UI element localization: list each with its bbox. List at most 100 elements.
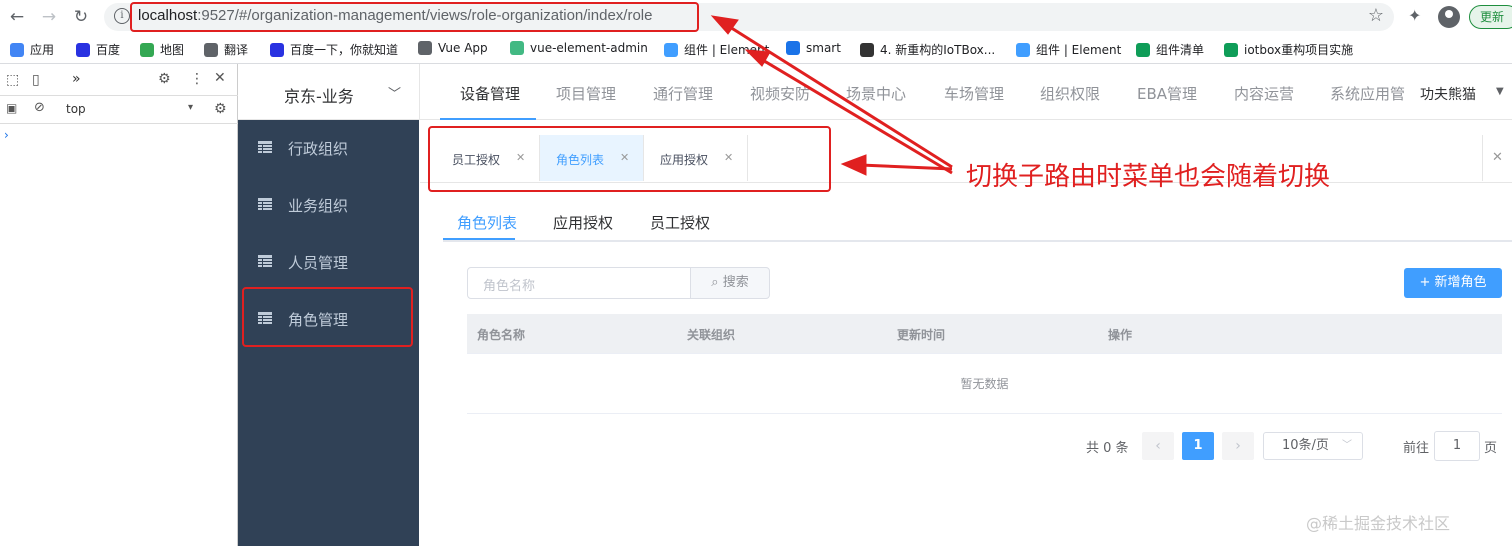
bookmark-item[interactable]: 组件 | Element <box>1016 41 1121 58</box>
top-nav-item[interactable]: 车场管理 <box>944 83 1004 104</box>
bookmark-favicon-icon <box>1224 42 1238 57</box>
page-size-select[interactable]: 10条/页 ﹀ <box>1263 432 1363 460</box>
sub-tab[interactable]: 应用授权 <box>553 212 613 233</box>
top-nav-item[interactable]: 通行管理 <box>653 83 713 104</box>
bookmark-item[interactable]: smart <box>786 41 841 55</box>
top-nav-item[interactable]: 设备管理 <box>460 83 520 104</box>
prev-page-button[interactable]: ‹ <box>1142 432 1174 460</box>
bookmark-item[interactable]: 地图 <box>140 41 184 58</box>
sidebar-item-label: 人员管理 <box>288 254 349 272</box>
bookmark-item[interactable]: 4. 新重构的IoTBox... <box>860 41 995 58</box>
bookmark-favicon-icon <box>1136 42 1150 57</box>
bookmarks-bar: 应用 百度 地图 翻译 百度一下，你就知道 Vue App vue-element-admi… <box>0 34 1512 64</box>
extensions-icon[interactable]: ✦ <box>1408 6 1421 25</box>
top-nav-item[interactable]: 项目管理 <box>556 83 616 104</box>
bookmark-label: 应用 <box>30 43 55 57</box>
goto-page-input[interactable]: 1 <box>1434 431 1480 461</box>
sidebar-item[interactable]: 行政组织 <box>238 120 419 176</box>
update-button[interactable]: 更新 <box>1469 5 1512 29</box>
bookmark-label: smart <box>806 41 841 55</box>
top-nav-item[interactable]: 系统应用管 <box>1330 83 1410 104</box>
caret-down-icon[interactable]: ▼ <box>1496 86 1504 97</box>
console-toolbar: ▣ ⊘ top ▾ ⚙ <box>0 96 238 124</box>
top-nav-item[interactable]: 内容运营 <box>1234 83 1294 104</box>
context-select[interactable]: top <box>66 102 86 116</box>
info-icon[interactable]: i <box>114 8 130 24</box>
top-nav-item[interactable]: 场景中心 <box>846 83 906 104</box>
clear-console-icon[interactable]: ⊘ <box>34 100 45 115</box>
close-icon[interactable]: ✕ <box>214 70 226 86</box>
bookmark-label: 翻译 <box>224 43 249 57</box>
devtools-toolbar: ⬚ ▯ » ⚙ ⋮ ✕ <box>0 64 238 96</box>
bookmark-favicon-icon <box>418 41 432 55</box>
page-number-current[interactable]: 1 <box>1182 432 1214 460</box>
top-nav-item[interactable]: 视频安防 <box>750 83 810 104</box>
bookmark-favicon-icon <box>270 42 284 57</box>
chevron-down-icon: ﹀ <box>388 87 402 102</box>
bookmark-star-icon[interactable]: ☆ <box>1368 5 1384 26</box>
sub-tab[interactable]: 角色列表 <box>457 212 517 233</box>
table-icon <box>258 141 272 153</box>
org-select[interactable]: 京东-业务 ﹀ <box>238 64 420 120</box>
bookmark-item[interactable]: iotbox重构项目实施 <box>1224 41 1353 58</box>
add-role-button[interactable]: + 新增角色 <box>1404 268 1502 298</box>
bookmark-label: Vue App <box>438 41 488 55</box>
devtools-panel: ⬚ ▯ » ⚙ ⋮ ✕ ▣ ⊘ top ▾ ⚙ › <box>0 64 238 546</box>
console-prompt-icon[interactable]: › <box>4 128 9 142</box>
search-button[interactable]: ⌕ 搜索 <box>690 267 770 299</box>
forward-icon[interactable]: → <box>38 6 60 28</box>
app-header: 京东-业务 ﹀ 功夫熊猫 ▼ 设备管理 项目管理 通行管理 视频安防 场景中心 车场管理 组… <box>238 64 1512 120</box>
bookmark-favicon-icon <box>664 42 678 57</box>
bookmark-item[interactable]: vue-element-admin <box>510 41 648 55</box>
profile-icon[interactable] <box>1438 6 1460 28</box>
bookmark-item[interactable]: 组件清单 <box>1136 41 1204 58</box>
table-header: 角色名称 关联组织 更新时间 操作 <box>467 314 1502 354</box>
bookmark-label: 地图 <box>160 43 185 57</box>
console-settings-icon[interactable]: ⚙ <box>214 101 227 117</box>
page-suffix: 页 <box>1484 441 1498 456</box>
sidebar-toggle-icon[interactable]: ▣ <box>6 101 17 115</box>
kebab-menu-icon[interactable]: ⋮ <box>190 71 204 87</box>
table-empty-text: 暂无数据 <box>467 354 1502 414</box>
bookmark-item[interactable]: 组件 | Element <box>664 41 769 58</box>
bookmark-label: 百度 <box>96 43 121 57</box>
inspect-icon[interactable]: ⬚ <box>6 72 19 88</box>
top-nav-item[interactable]: EBA管理 <box>1137 83 1197 104</box>
bookmark-favicon-icon <box>140 42 154 57</box>
bookmark-label: 百度一下，你就知道 <box>290 43 399 57</box>
bookmark-item[interactable]: Vue App <box>418 41 488 55</box>
sidebar-item-label: 业务组织 <box>288 197 349 215</box>
bookmark-item[interactable]: 百度 <box>76 41 120 58</box>
table-column-header: 更新时间 <box>897 328 946 342</box>
next-page-button[interactable]: › <box>1222 432 1254 460</box>
sub-tab[interactable]: 员工授权 <box>650 212 710 233</box>
page-size-value: 10条/页 <box>1282 438 1329 453</box>
role-name-input[interactable]: 角色名称 <box>467 267 691 299</box>
bookmark-label: iotbox重构项目实施 <box>1244 43 1354 57</box>
bookmark-label: 组件清单 <box>1156 43 1205 57</box>
sidebar-item[interactable]: 人员管理 <box>238 234 419 290</box>
bookmark-item[interactable]: 应用 <box>10 41 54 58</box>
sidebar-item[interactable]: 业务组织 <box>238 177 419 233</box>
bookmark-favicon-icon <box>786 41 800 55</box>
tags-highlight-box <box>428 126 831 192</box>
close-all-tags-icon[interactable]: ✕ <box>1482 135 1512 181</box>
settings-icon[interactable]: ⚙ <box>158 71 171 87</box>
user-name[interactable]: 功夫熊猫 <box>1420 84 1476 104</box>
reload-icon[interactable]: ↻ <box>70 6 92 28</box>
back-icon[interactable]: ← <box>6 6 28 28</box>
bookmark-favicon-icon <box>204 42 218 57</box>
bookmark-favicon-icon <box>1016 42 1030 57</box>
table-icon <box>258 198 272 210</box>
bookmark-item[interactable]: 翻译 <box>204 41 248 58</box>
sub-tabs: 角色列表 应用授权 员工授权 <box>443 198 1512 242</box>
more-tabs-icon[interactable]: » <box>72 71 81 87</box>
table-column-header: 操作 <box>1108 328 1133 342</box>
chevron-down-icon: ﹀ <box>1342 440 1352 451</box>
top-nav-item[interactable]: 组织权限 <box>1040 83 1100 104</box>
table-column-header: 角色名称 <box>477 328 526 342</box>
bookmark-label: vue-element-admin <box>530 41 648 55</box>
device-toggle-icon[interactable]: ▯ <box>32 72 40 88</box>
bookmark-favicon-icon <box>76 42 90 57</box>
bookmark-item[interactable]: 百度一下，你就知道 <box>270 41 398 58</box>
